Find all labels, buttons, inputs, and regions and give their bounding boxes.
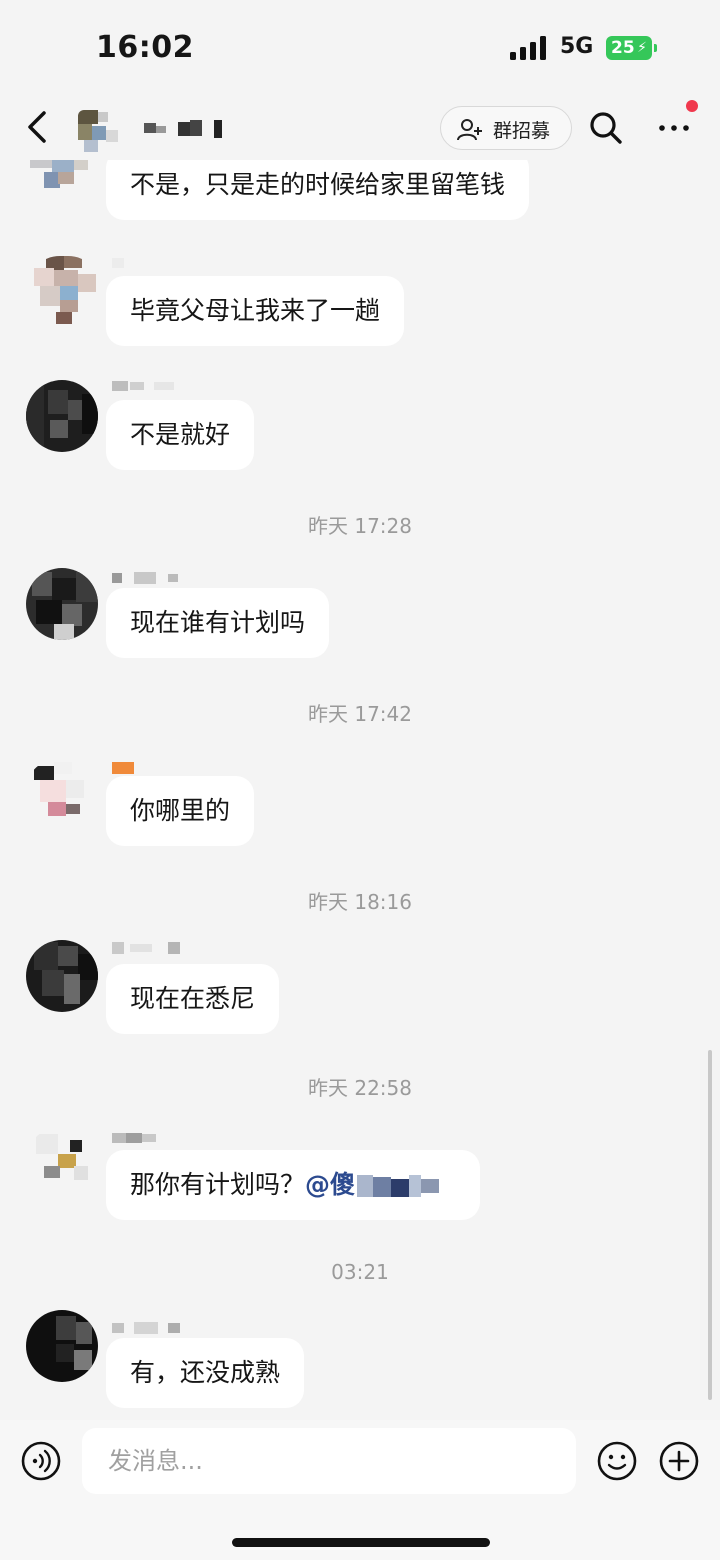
add-person-icon xyxy=(457,119,482,141)
mention-name-blurred xyxy=(357,1175,440,1197)
message-bubble[interactable]: 现在谁有计划吗 xyxy=(106,588,330,658)
sender-avatar[interactable] xyxy=(26,1310,98,1382)
sender-name-blurred xyxy=(112,258,124,268)
sender-name-blurred xyxy=(112,1133,156,1143)
emoji-icon[interactable] xyxy=(596,1440,638,1482)
timestamp: 昨天 22:58 xyxy=(308,1076,412,1100)
sender-avatar[interactable] xyxy=(26,758,96,822)
home-indicator xyxy=(232,1538,490,1547)
status-bar: 16:02 5G 25 ⚡ xyxy=(0,0,720,96)
timestamp: 昨天 17:42 xyxy=(308,702,412,726)
message-bubble[interactable]: 那你有计划吗？@傻 xyxy=(106,1150,480,1220)
battery-level: 25 xyxy=(611,38,635,58)
signal-icon xyxy=(510,36,546,60)
charging-bolt-icon: ⚡ xyxy=(637,40,647,56)
message-bubble[interactable]: 不是，只是走的时候给家里留笔钱 xyxy=(106,160,530,220)
voice-input-icon[interactable] xyxy=(20,1440,62,1482)
message-bubble[interactable]: 不是就好 xyxy=(106,400,255,470)
status-time: 16:02 xyxy=(96,30,194,65)
sender-name-blurred xyxy=(112,381,174,391)
message-bubble[interactable]: 你哪里的 xyxy=(106,776,255,846)
sender-avatar[interactable] xyxy=(26,380,98,452)
group-avatar[interactable] xyxy=(78,110,124,156)
message-input[interactable] xyxy=(82,1428,576,1494)
notification-dot xyxy=(686,100,698,112)
sender-badge-blurred xyxy=(112,762,134,774)
scrollbar[interactable] xyxy=(708,1050,712,1400)
message-bubble[interactable]: 毕竟父母让我来了一趟 xyxy=(106,276,405,346)
group-name-blurred xyxy=(144,120,222,138)
timestamp: 03:21 xyxy=(331,1260,389,1284)
search-icon[interactable] xyxy=(588,110,624,146)
network-type: 5G xyxy=(560,34,594,59)
battery-icon: 25 ⚡ xyxy=(606,36,657,60)
sender-name-blurred xyxy=(112,1322,180,1334)
back-arrow-icon[interactable] xyxy=(22,110,52,144)
recruit-label: 群招募 xyxy=(493,120,551,142)
timestamp: 昨天 18:16 xyxy=(308,890,412,914)
add-attachment-icon[interactable] xyxy=(658,1440,700,1482)
sender-avatar[interactable] xyxy=(26,256,102,326)
sender-avatar[interactable] xyxy=(26,160,92,202)
message-bubble[interactable]: 有，还没成熟 xyxy=(106,1338,305,1408)
message-input-bar xyxy=(0,1420,720,1560)
message-text: 那你有计划吗？ xyxy=(130,1170,306,1199)
sender-avatar[interactable] xyxy=(26,1126,98,1198)
sender-name-blurred xyxy=(112,942,180,954)
group-recruit-button[interactable]: 群招募 xyxy=(440,106,572,150)
more-options-icon[interactable] xyxy=(656,110,692,146)
message-bubble[interactable]: 现在在悉尼 xyxy=(106,964,280,1034)
sender-name-blurred xyxy=(112,572,178,584)
mention-link[interactable]: @傻 xyxy=(305,1170,355,1199)
chat-header: 群招募 xyxy=(0,96,720,160)
sender-avatar[interactable] xyxy=(26,940,98,1012)
chat-message-list[interactable]: 不是，只是走的时候给家里留笔钱 毕竟父母让我来了一趟 不是就好 昨天 17:28 xyxy=(0,160,720,1420)
timestamp: 昨天 17:28 xyxy=(308,514,412,538)
sender-avatar[interactable] xyxy=(26,568,98,640)
